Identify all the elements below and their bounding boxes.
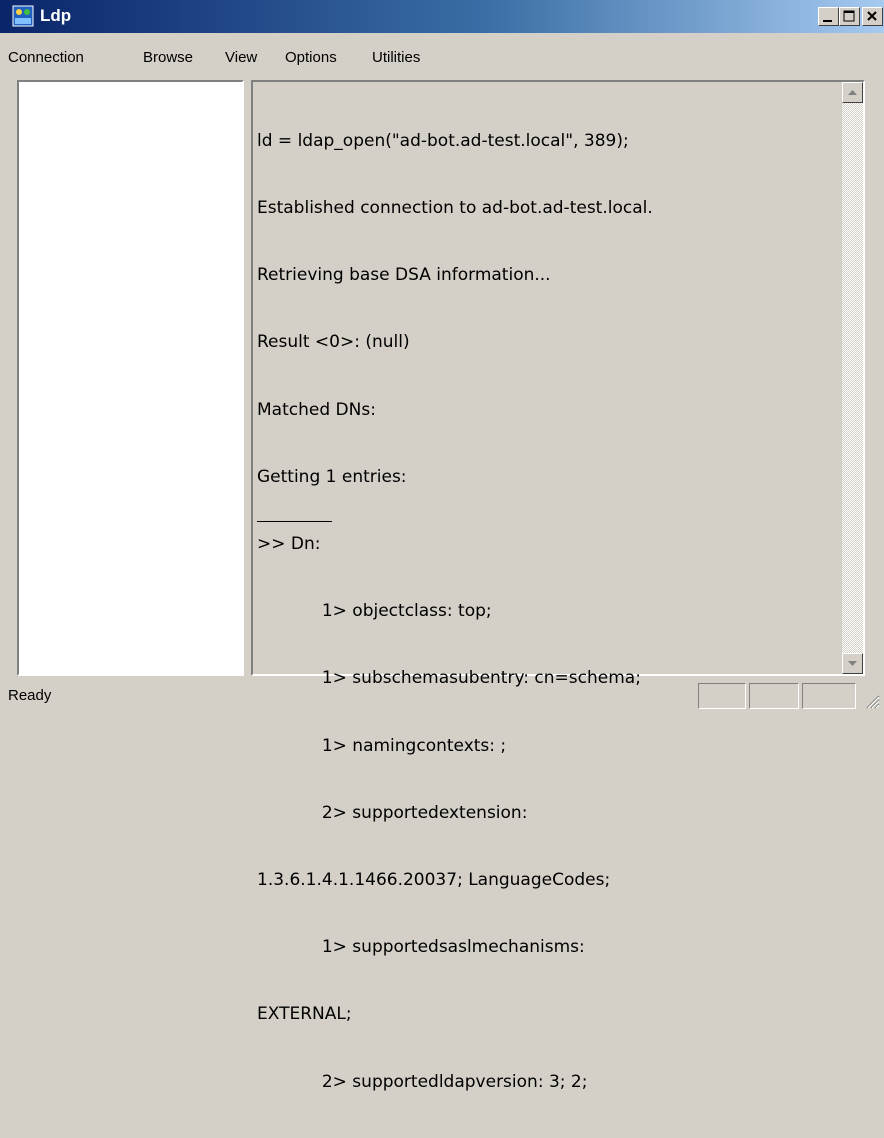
output-line: ld = ldap_open("ad-bot.ad-test.local", 3… xyxy=(257,130,629,151)
close-button[interactable] xyxy=(862,7,883,26)
arrow-up-icon xyxy=(848,90,857,95)
output-line: 2> supportedldapversion: 3; 2; xyxy=(257,1071,588,1092)
output-line: 1> supportedsaslmechanisms: xyxy=(257,937,585,958)
maximize-icon xyxy=(843,10,855,22)
output-line: Retrieving base DSA information... xyxy=(257,265,551,286)
output-line: Established connection to ad-bot.ad-test… xyxy=(257,198,653,219)
output-pane[interactable]: ld = ldap_open("ad-bot.ad-test.local", 3… xyxy=(251,80,865,1092)
maximize-button[interactable] xyxy=(839,7,860,26)
status-panel xyxy=(802,683,856,709)
output-line: Matched DNs: xyxy=(257,399,376,420)
window-title: Ldp xyxy=(40,6,72,25)
resize-grip-icon[interactable] xyxy=(864,693,880,709)
minimize-button[interactable] xyxy=(818,7,839,26)
close-icon xyxy=(867,11,877,21)
status-bar: Ready xyxy=(0,680,884,713)
menu-bar: Connection Browse View Options Utilities xyxy=(0,45,884,71)
status-panel xyxy=(749,683,799,709)
output-line: EXTERNAL; xyxy=(257,1004,352,1025)
status-text: Ready xyxy=(8,687,52,704)
output-line: 2> supportedextension: xyxy=(257,802,528,823)
output-line: 1> namingcontexts: ; xyxy=(257,735,507,756)
output-line: Result <0>: (null) xyxy=(257,332,410,353)
separator-line xyxy=(257,521,332,522)
status-panel xyxy=(698,683,746,709)
output-line: 1.3.6.1.4.1.1466.20037; LanguageCodes; xyxy=(257,870,611,891)
arrow-down-icon xyxy=(848,661,857,666)
menu-browse[interactable]: Browse xyxy=(143,49,193,66)
ldp-window: Ldp Connection Browse View Options Utili… xyxy=(0,0,884,1092)
menu-options[interactable]: Options xyxy=(285,49,337,66)
output-line: >> Dn: xyxy=(257,534,321,555)
tree-view-pane[interactable] xyxy=(17,80,244,676)
output-text[interactable]: ld = ldap_open("ad-bot.ad-test.local", 3… xyxy=(257,85,653,1138)
output-line: Getting 1 entries: xyxy=(257,466,407,487)
output-line: 1> objectclass: top; xyxy=(257,601,492,622)
menu-connection[interactable]: Connection xyxy=(8,49,84,66)
minimize-icon xyxy=(823,20,832,22)
vertical-scrollbar[interactable] xyxy=(842,82,863,674)
menu-utilities[interactable]: Utilities xyxy=(372,49,420,66)
menu-view[interactable]: View xyxy=(225,49,257,66)
title-bar[interactable]: Ldp xyxy=(0,0,884,33)
scroll-up-button[interactable] xyxy=(842,82,863,103)
ldap-app-icon xyxy=(12,5,34,27)
scroll-down-button[interactable] xyxy=(842,653,863,674)
